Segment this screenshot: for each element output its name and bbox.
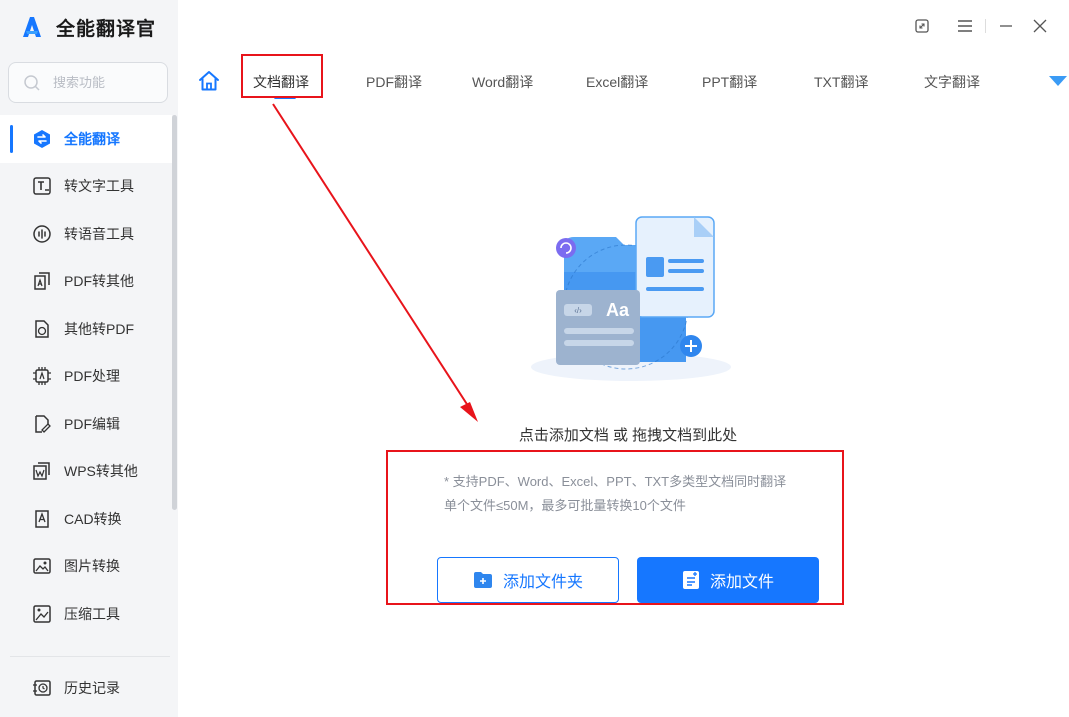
search-box[interactable] (8, 62, 168, 103)
sidebar-item-label: 压缩工具 (64, 605, 120, 622)
close-icon (1033, 19, 1047, 33)
history-icon (32, 678, 52, 698)
sidebar-history-section: 历史记录 (0, 664, 172, 712)
sidebar-item-compress[interactable]: 压缩工具 (0, 590, 172, 638)
menu-icon (958, 20, 972, 32)
app-title: 全能翻译官 (20, 12, 156, 42)
annotation-box-tab (241, 54, 323, 98)
sidebar-item-label: 其他转PDF (64, 320, 134, 337)
chevron-down-icon[interactable] (1048, 75, 1068, 87)
sidebar-item-pdf-to-other[interactable]: PDF转其他 (0, 258, 172, 306)
pdf-convert-icon (32, 271, 52, 291)
home-icon[interactable] (198, 70, 220, 92)
sidebar-item-other-to-pdf[interactable]: 其他转PDF (0, 305, 172, 353)
wps-icon (32, 461, 52, 481)
sidebar-item-all-translate[interactable]: 全能翻译 (0, 115, 172, 163)
compact-mode-button[interactable] (910, 14, 934, 38)
add-folder-label: 添加文件夹 (502, 574, 583, 591)
sidebar-item-image-convert[interactable]: 图片转换 (0, 543, 172, 591)
sidebar-item-label: 全能翻译 (64, 130, 120, 147)
minimize-icon (1000, 25, 1012, 27)
shrink-icon (915, 19, 929, 33)
pdf-edit-icon (32, 414, 52, 434)
chip-icon (32, 366, 52, 386)
to-pdf-icon (32, 319, 52, 339)
compress-icon (32, 604, 52, 624)
sidebar-item-pdf-process[interactable]: PDF处理 (0, 353, 172, 401)
sidebar-item-label: CAD转换 (64, 510, 122, 527)
illustration-text: Aa (606, 300, 630, 320)
sidebar-item-label: WPS转其他 (64, 463, 138, 480)
upload-notes: * 支持PDF、Word、Excel、PPT、TXT多类型文档同时翻译 单个文件… (444, 470, 786, 518)
menu-button[interactable] (953, 14, 977, 38)
upload-illustration: ‹/› Aa (531, 216, 731, 381)
sidebar-item-label: PDF编辑 (64, 415, 120, 432)
sidebar-item-label: PDF处理 (64, 368, 120, 385)
svg-text:‹/›: ‹/› (574, 306, 582, 315)
note-line: 单个文件≤50M，最多可批量转换10个文件 (444, 498, 686, 513)
tab-word-translate[interactable]: Word翻译 (472, 72, 533, 92)
tab-ppt-translate[interactable]: PPT翻译 (702, 72, 757, 92)
sidebar-item-history[interactable]: 历史记录 (0, 664, 172, 712)
close-button[interactable] (1028, 14, 1052, 38)
tab-text-translate[interactable]: 文字翻译 (924, 72, 980, 92)
drop-prompt: 点击添加文档 或 拖拽文档到此处 (518, 427, 738, 444)
window-controls-divider (985, 19, 986, 33)
minimize-button[interactable] (994, 14, 1018, 38)
app-logo-icon (23, 17, 41, 37)
cad-icon (32, 509, 52, 529)
add-file-button[interactable]: 添加文件 (637, 557, 819, 603)
sidebar-item-pdf-edit[interactable]: PDF编辑 (0, 400, 172, 448)
sidebar: 全能翻译官 全能翻译 转文字工具 转语音工具 (0, 0, 178, 717)
add-folder-button[interactable]: 添加文件夹 (437, 557, 619, 603)
sidebar-nav: 全能翻译 转文字工具 转语音工具 PDF转其他 其他转PDF PDF处理 PDF… (0, 115, 172, 638)
add-file-label: 添加文件 (709, 574, 774, 591)
sidebar-divider (10, 656, 170, 657)
swap-icon (32, 129, 52, 149)
app-name: 全能翻译官 (56, 18, 157, 40)
sidebar-item-wps-to-other[interactable]: WPS转其他 (0, 448, 172, 496)
image-convert-icon (32, 556, 52, 576)
search-input[interactable] (53, 75, 153, 90)
file-plus-icon (682, 571, 699, 589)
sidebar-item-label: 转文字工具 (64, 178, 134, 195)
sidebar-item-cad-convert[interactable]: CAD转换 (0, 495, 172, 543)
sidebar-item-label: 图片转换 (64, 558, 120, 575)
tab-excel-translate[interactable]: Excel翻译 (586, 72, 648, 92)
sidebar-item-text-tool[interactable]: 转文字工具 (0, 163, 172, 211)
tab-txt-translate[interactable]: TXT翻译 (814, 72, 868, 92)
sidebar-scrollbar[interactable] (172, 115, 177, 510)
sidebar-item-label: 历史记录 (64, 679, 120, 696)
tab-pdf-translate[interactable]: PDF翻译 (366, 72, 422, 92)
sidebar-item-label: PDF转其他 (64, 273, 134, 290)
voice-wave-icon (32, 224, 52, 244)
note-line: * 支持PDF、Word、Excel、PPT、TXT多类型文档同时翻译 (444, 474, 787, 489)
text-tool-icon (32, 176, 52, 196)
search-icon (24, 74, 40, 91)
sidebar-item-voice-tool[interactable]: 转语音工具 (0, 210, 172, 258)
window-controls (910, 14, 1052, 38)
sidebar-item-label: 转语音工具 (64, 225, 134, 242)
folder-plus-icon (473, 572, 492, 588)
